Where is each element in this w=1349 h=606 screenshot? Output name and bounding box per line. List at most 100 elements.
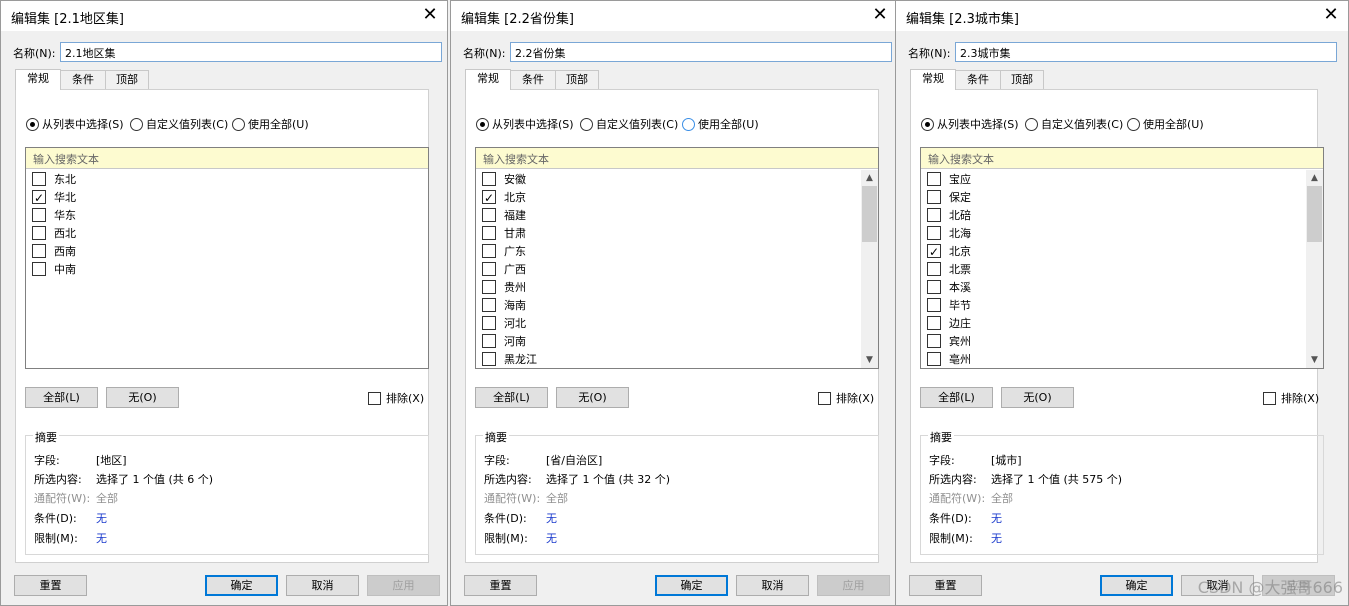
- checkbox[interactable]: [927, 316, 941, 330]
- name-input[interactable]: 2.1地区集: [60, 42, 442, 62]
- checkbox[interactable]: [482, 262, 496, 276]
- checkbox[interactable]: [482, 334, 496, 348]
- list-item[interactable]: 黑龙江: [482, 351, 537, 369]
- checkbox[interactable]: [32, 262, 46, 276]
- list-item[interactable]: 贵州: [482, 279, 526, 297]
- summary-value[interactable]: 无: [546, 511, 557, 527]
- scroll-up-icon[interactable]: ▲: [1306, 170, 1323, 186]
- list-item[interactable]: 中南: [32, 261, 76, 279]
- close-icon[interactable]: ✕: [1322, 5, 1340, 25]
- list-item[interactable]: 安徽: [482, 171, 526, 189]
- reset-button[interactable]: 重置: [14, 575, 87, 596]
- value-listbox[interactable]: 输入搜索文本东北华北华东西北西南中南: [25, 147, 429, 369]
- summary-value[interactable]: 无: [96, 511, 107, 527]
- list-item[interactable]: 北碚: [927, 207, 971, 225]
- checkbox[interactable]: [368, 392, 381, 405]
- listbox-scrollbar[interactable]: ▲ ▼: [1306, 170, 1323, 368]
- radio-select-from-list[interactable]: 从列表中选择(S): [26, 117, 124, 133]
- reset-button[interactable]: 重置: [464, 575, 537, 596]
- checkbox[interactable]: [927, 243, 941, 261]
- tab-top[interactable]: 顶部: [555, 70, 599, 90]
- search-input[interactable]: 输入搜索文本: [476, 148, 878, 169]
- list-item[interactable]: 河北: [482, 315, 526, 333]
- value-listbox[interactable]: 输入搜索文本宝应保定北碚北海北京北票本溪毕节边庄宾州亳州▲▼: [920, 147, 1324, 369]
- checkbox[interactable]: [482, 298, 496, 312]
- close-icon[interactable]: ✕: [871, 5, 889, 25]
- select-all-button[interactable]: 全部(L): [25, 387, 98, 408]
- checkbox[interactable]: [927, 172, 941, 186]
- tab-condition[interactable]: 条件: [955, 70, 1001, 90]
- list-item[interactable]: 西北: [32, 225, 76, 243]
- checkbox[interactable]: [818, 392, 831, 405]
- list-item[interactable]: 宾州: [927, 333, 971, 351]
- list-item[interactable]: 毕节: [927, 297, 971, 315]
- radio-select-from-list[interactable]: 从列表中选择(S): [921, 117, 1019, 133]
- list-item[interactable]: 河南: [482, 333, 526, 351]
- tab-condition[interactable]: 条件: [510, 70, 556, 90]
- ok-button[interactable]: 确定: [1100, 575, 1173, 596]
- search-input[interactable]: 输入搜索文本: [26, 148, 428, 169]
- checkbox[interactable]: [32, 172, 46, 186]
- scroll-up-icon[interactable]: ▲: [861, 170, 878, 186]
- checkbox[interactable]: [1263, 392, 1276, 405]
- select-none-button[interactable]: 无(O): [106, 387, 179, 408]
- checkbox[interactable]: [927, 280, 941, 294]
- select-none-button[interactable]: 无(O): [1001, 387, 1074, 408]
- value-listbox[interactable]: 输入搜索文本安徽北京福建甘肃广东广西贵州海南河北河南黑龙江▲▼: [475, 147, 879, 369]
- name-input[interactable]: 2.3城市集: [955, 42, 1337, 62]
- list-item[interactable]: 广西: [482, 261, 526, 279]
- scroll-thumb[interactable]: [1307, 186, 1322, 242]
- summary-value[interactable]: 无: [96, 531, 107, 547]
- list-item[interactable]: 甘肃: [482, 225, 526, 243]
- checkbox[interactable]: [482, 280, 496, 294]
- radio-custom-value-list[interactable]: 自定义值列表(C): [130, 117, 228, 133]
- radio-select-from-list[interactable]: 从列表中选择(S): [476, 117, 574, 133]
- tab-top[interactable]: 顶部: [105, 70, 149, 90]
- cancel-button[interactable]: 取消: [286, 575, 359, 596]
- list-item[interactable]: 亳州: [927, 351, 971, 369]
- list-item[interactable]: 宝应: [927, 171, 971, 189]
- scroll-down-icon[interactable]: ▼: [1306, 352, 1323, 368]
- exclude-checkbox[interactable]: 排除(X): [368, 391, 424, 407]
- tab-general[interactable]: 常规: [910, 69, 956, 90]
- search-input[interactable]: 输入搜索文本: [921, 148, 1323, 169]
- list-item[interactable]: 边庄: [927, 315, 971, 333]
- tab-top[interactable]: 顶部: [1000, 70, 1044, 90]
- checkbox[interactable]: [482, 172, 496, 186]
- list-item[interactable]: 北海: [927, 225, 971, 243]
- checkbox[interactable]: [32, 244, 46, 258]
- checkbox[interactable]: [482, 189, 496, 207]
- list-item[interactable]: 福建: [482, 207, 526, 225]
- list-item[interactable]: 华东: [32, 207, 76, 225]
- checkbox[interactable]: [927, 226, 941, 240]
- list-item[interactable]: 北京: [927, 243, 971, 261]
- list-item[interactable]: 北票: [927, 261, 971, 279]
- list-item[interactable]: 保定: [927, 189, 971, 207]
- exclude-checkbox[interactable]: 排除(X): [818, 391, 874, 407]
- exclude-checkbox[interactable]: 排除(X): [1263, 391, 1319, 407]
- radio-use-all[interactable]: 使用全部(U): [682, 117, 759, 133]
- radio-custom-value-list[interactable]: 自定义值列表(C): [1025, 117, 1123, 133]
- checkbox[interactable]: [482, 352, 496, 366]
- list-item[interactable]: 华北: [32, 189, 76, 207]
- checkbox[interactable]: [927, 190, 941, 204]
- reset-button[interactable]: 重置: [909, 575, 982, 596]
- checkbox[interactable]: [32, 189, 46, 207]
- summary-value[interactable]: 无: [991, 531, 1002, 547]
- checkbox[interactable]: [927, 298, 941, 312]
- list-item[interactable]: 东北: [32, 171, 76, 189]
- checkbox[interactable]: [482, 316, 496, 330]
- checkbox[interactable]: [482, 244, 496, 258]
- select-none-button[interactable]: 无(O): [556, 387, 629, 408]
- cancel-button[interactable]: 取消: [736, 575, 809, 596]
- list-item[interactable]: 北京: [482, 189, 526, 207]
- list-item[interactable]: 西南: [32, 243, 76, 261]
- list-item[interactable]: 本溪: [927, 279, 971, 297]
- scroll-down-icon[interactable]: ▼: [861, 352, 878, 368]
- checkbox[interactable]: [927, 334, 941, 348]
- checkbox[interactable]: [927, 352, 941, 366]
- radio-custom-value-list[interactable]: 自定义值列表(C): [580, 117, 678, 133]
- checkbox[interactable]: [32, 226, 46, 240]
- listbox-scrollbar[interactable]: ▲ ▼: [861, 170, 878, 368]
- radio-use-all[interactable]: 使用全部(U): [232, 117, 309, 133]
